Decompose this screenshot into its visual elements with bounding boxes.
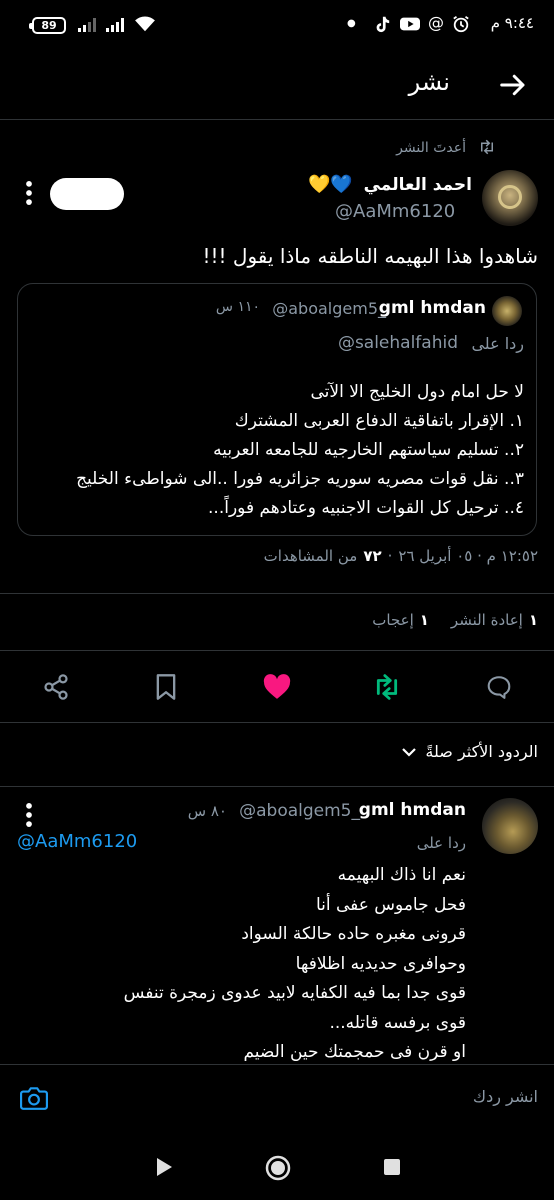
system-nav-bar	[0, 1132, 554, 1200]
chevron-down-icon	[402, 747, 417, 757]
reply-line: وحوافرى حديديه اظلافها	[295, 953, 466, 974]
reply-author-name[interactable]: gml hmdan	[359, 800, 466, 820]
reply-line: قرونى مغبره حاده حالكة السواد	[241, 924, 466, 944]
reply-time: ٨٠ س	[187, 802, 227, 820]
follow-button[interactable]	[50, 178, 124, 210]
arrow-right-icon[interactable]	[498, 70, 528, 100]
divider	[0, 650, 554, 651]
quote-time: ١١٠ س	[215, 299, 260, 315]
reply-line: قوى برفسه قاتله...	[329, 1012, 466, 1033]
wifi-icon	[135, 16, 155, 32]
quote-reply-to-label: ردا على	[471, 334, 524, 353]
retweet-count[interactable]: ١	[529, 611, 538, 629]
reply-line: قوى جدا بما فيه الكفايه لابيد عدوى زمجرة…	[123, 983, 466, 1003]
reply-icon[interactable]	[486, 674, 512, 700]
quoted-tweet-card[interactable]: gml hmdan @aboalgem5_ ١١٠ س ردا على @sal…	[17, 283, 537, 536]
quote-handle: @aboalgem5_	[272, 299, 386, 318]
reply-handle[interactable]: @aboalgem5_	[239, 801, 360, 821]
author-name[interactable]: احمد العالمي	[364, 175, 472, 195]
tweet-text: شاهدوا هذا البهيمه الناطقه ماذا يقول !!!	[202, 244, 539, 268]
avatar[interactable]	[482, 170, 538, 226]
tiktok-icon	[376, 16, 390, 33]
more-options-icon[interactable]	[24, 802, 34, 828]
status-bar: 89 ● @ ٩:٤٤ م	[0, 0, 554, 50]
divider	[0, 593, 554, 594]
reply-text: نعم انا ذاك البهيمه فحل جاموس عفى أنا قر…	[16, 861, 466, 1068]
reply-to-label: ردا على	[416, 834, 466, 852]
clock-icon	[453, 16, 469, 33]
retweet-icon[interactable]	[370, 674, 404, 700]
meta-separator: ·	[387, 547, 393, 565]
author-emoji-badges: 💛💙	[308, 174, 353, 195]
at-icon: @	[428, 13, 444, 32]
retweet-icon	[481, 139, 493, 155]
youtube-icon	[400, 17, 420, 31]
quote-line: ٢.. تسليم سياستهم الخارجيه للجامعه العرب…	[213, 440, 524, 460]
dot-icon: ●	[347, 18, 356, 29]
heart-icon[interactable]	[262, 674, 292, 700]
views-label: من المشاهدات	[263, 547, 358, 565]
quote-line: ١. الإقرار باتفاقية الدفاع العربى المشتر…	[234, 411, 524, 431]
square-recents-icon[interactable]	[383, 1158, 401, 1176]
reply-to-handle[interactable]: @AaMm6120	[17, 831, 137, 852]
quote-reply-to-handle: @salehalfahid	[337, 333, 458, 353]
club-logo-icon	[498, 185, 522, 209]
quote-line: ٤.. ترحيل كل القوات الاجنبيه وعتادهم فور…	[208, 498, 524, 518]
divider	[0, 722, 554, 723]
tweet-timestamp: ١٢:٥٢ م · ٠٥ أبريل ٢٦	[398, 547, 538, 565]
circle-home-icon[interactable]	[264, 1154, 292, 1182]
page-title: نشر	[408, 68, 450, 96]
more-options-icon[interactable]	[24, 180, 34, 206]
quote-avatar	[492, 296, 522, 326]
quote-author-name: gml hmdan	[378, 298, 486, 318]
sort-label: الردود الأكثر صلةً	[425, 742, 538, 761]
reply-composer: انشر ردك	[0, 1064, 554, 1132]
like-label[interactable]: إعجاب	[372, 611, 414, 629]
triangle-back-icon[interactable]	[154, 1156, 174, 1178]
retweet-label[interactable]: إعادة النشر	[451, 611, 523, 629]
signal-icon	[78, 17, 96, 32]
like-count[interactable]: ١	[420, 611, 429, 629]
author-handle[interactable]: @AaMm6120	[335, 201, 455, 222]
signal-icon	[106, 17, 124, 32]
quote-line: ٣.. نقل قوات مصريه سوريه جزائريه فورا ..…	[76, 469, 524, 489]
camera-icon[interactable]	[20, 1085, 48, 1111]
replies-sort-dropdown[interactable]: الردود الأكثر صلةً	[401, 742, 538, 761]
reply-avatar[interactable]	[482, 798, 538, 854]
quote-line: لا حل امام دول الخليج الا الآتى	[310, 382, 524, 402]
tweet-meta: ١٢:٥٢ م · ٠٥ أبريل ٢٦ · ٧٢ من المشاهدات	[264, 547, 538, 565]
retweet-context-label: أعدتَ النشر	[396, 140, 466, 156]
divider	[0, 786, 554, 787]
top-app-bar: نشر	[0, 50, 554, 120]
status-time: ٩:٤٤ م	[490, 14, 534, 32]
views-count: ٧٢	[363, 547, 382, 565]
share-icon[interactable]	[42, 673, 70, 701]
battery-icon: 89	[29, 17, 66, 34]
reply-line: فحل جاموس عفى أنا	[315, 894, 466, 915]
tweet-stats: ١ إعادة النشر ١ إعجاب	[372, 611, 538, 629]
quote-text: لا حل امام دول الخليج الا الآتى ١. الإقر…	[24, 378, 524, 523]
bookmark-icon[interactable]	[154, 673, 178, 701]
reply-line: نعم انا ذاك البهيمه	[337, 865, 466, 885]
reply-input[interactable]: انشر ردك	[473, 1087, 538, 1106]
